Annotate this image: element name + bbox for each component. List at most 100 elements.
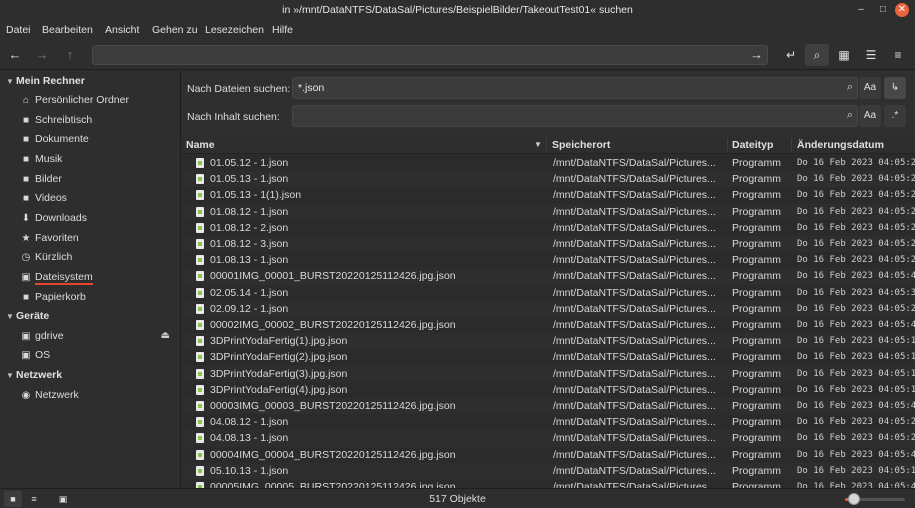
sidebar-item-filesystem[interactable]: ▣ Dateisystem xyxy=(20,268,178,286)
table-row[interactable]: 00001IMG_00001_BURST20220125112426.jpg.j… xyxy=(182,268,915,285)
file-location: /mnt/DataNTFS/DataSal/Pictures... xyxy=(553,335,716,348)
search-button[interactable]: ⌕ xyxy=(805,44,829,66)
sidebar-item-pictures[interactable]: ■ Bilder xyxy=(20,170,178,188)
results-list: 01.05.12 - 1.json/mnt/DataNTFS/DataSal/P… xyxy=(182,155,915,488)
arrow-right-icon: → xyxy=(35,47,49,62)
list-view-button[interactable]: ☰ xyxy=(859,44,883,66)
menu-bearbeiten[interactable]: Bearbeiten xyxy=(42,24,93,36)
sidebar-item-recent[interactable]: ◷ Kürzlich xyxy=(20,248,178,266)
toolbar: ← → ↑ → ↵ ⌕ ▦ ☰ ≡ xyxy=(0,40,915,70)
table-row[interactable]: 3DPrintYodaFertig(1).jpg.json/mnt/DataNT… xyxy=(182,333,915,350)
back-button[interactable]: ← xyxy=(7,47,23,63)
table-row[interactable]: 01.08.13 - 1.json/mnt/DataNTFS/DataSal/P… xyxy=(182,252,915,268)
recursive-search-button[interactable]: ↳ xyxy=(884,77,906,99)
column-name[interactable]: Name xyxy=(186,139,215,151)
file-name: 01.08.13 - 1.json xyxy=(210,254,289,267)
file-modified: Do 16 Feb 2023 04:05:22 xyxy=(797,433,915,444)
column-divider[interactable] xyxy=(727,138,728,152)
forward-button[interactable]: → xyxy=(34,47,50,63)
go-arrow-icon[interactable]: → xyxy=(750,47,763,62)
file-name: 3DPrintYodaFertig(3).jpg.json xyxy=(210,367,348,380)
menu-bar: Datei Bearbeiten Ansicht Gehen zu Leseze… xyxy=(0,20,915,40)
column-type[interactable]: Dateityp xyxy=(732,139,773,151)
menu-lesezeichen[interactable]: Lesezeichen xyxy=(205,24,264,36)
menu-ansicht[interactable]: Ansicht xyxy=(105,24,139,36)
sidebar-item-desktop[interactable]: ■ Schreibtisch xyxy=(20,111,178,129)
icon-view-button[interactable]: ▦ xyxy=(832,44,856,66)
file-name: 00002IMG_00002_BURST20220125112426.jpg.j… xyxy=(210,319,456,331)
file-type: Programm xyxy=(732,302,782,315)
table-row[interactable]: 05.10.13 - 1.json/mnt/DataNTFS/DataSal/P… xyxy=(182,462,915,479)
table-row[interactable]: 00004IMG_00004_BURST20220125112426.jpg.j… xyxy=(182,447,915,463)
table-row[interactable]: 01.08.12 - 3.json/mnt/DataNTFS/DataSal/P… xyxy=(182,236,915,253)
file-name: 01.08.12 - 1.json xyxy=(210,205,289,218)
eject-icon[interactable]: ⏏ xyxy=(161,327,170,345)
compact-view-button[interactable]: ≡ xyxy=(886,44,910,66)
sidebar-item-trash[interactable]: ■ Papierkorb xyxy=(20,288,178,306)
table-row[interactable]: 3DPrintYodaFertig(3).jpg.json/mnt/DataNT… xyxy=(182,365,915,382)
file-location: /mnt/DataNTFS/DataSal/Pictures... xyxy=(553,464,716,477)
regex-button[interactable]: .* xyxy=(884,105,906,127)
expander-icon: ▼ xyxy=(6,77,14,86)
sidebar-item-network[interactable]: ◉ Netzwerk xyxy=(20,386,178,404)
table-row[interactable]: 04.08.12 - 1.json/mnt/DataNTFS/DataSal/P… xyxy=(182,414,915,430)
column-divider[interactable] xyxy=(546,138,547,152)
table-row[interactable]: 02.05.14 - 1.json/mnt/DataNTFS/DataSal/P… xyxy=(182,285,915,301)
file-modified: Do 16 Feb 2023 04:05:44 xyxy=(797,449,915,460)
sidebar-item-home[interactable]: ⌂ Persönlicher Ordner xyxy=(20,91,178,109)
sidebar-item-documents[interactable]: ■ Dokumente xyxy=(20,130,178,148)
content-case-sensitive-button[interactable]: Aa xyxy=(859,105,881,127)
file-name: 01.08.12 - 3.json xyxy=(210,238,289,250)
table-row[interactable]: 02.09.12 - 1.json/mnt/DataNTFS/DataSal/P… xyxy=(182,300,915,317)
maximize-button[interactable]: □ xyxy=(876,3,890,17)
file-location: /mnt/DataNTFS/DataSal/Pictures... xyxy=(553,157,716,169)
file-location: /mnt/DataNTFS/DataSal/Pictures... xyxy=(553,254,716,267)
section-geraete[interactable]: ▼ Geräte xyxy=(6,310,49,322)
sidebar-item-videos[interactable]: ■ Videos xyxy=(20,189,178,207)
menu-datei[interactable]: Datei xyxy=(6,24,31,36)
grid-icon: ▦ xyxy=(838,48,850,62)
content-search-input[interactable]: ⌕ xyxy=(292,105,858,127)
file-name: 05.10.13 - 1.json xyxy=(210,464,289,477)
title-bar: in »/mnt/DataNTFS/DataSal/Pictures/Beisp… xyxy=(0,0,915,20)
table-row[interactable]: 3DPrintYodaFertig(4).jpg.json/mnt/DataNT… xyxy=(182,382,915,398)
json-file-icon xyxy=(196,222,204,233)
home-icon: ⌂ xyxy=(22,95,30,106)
menu-hilfe[interactable]: Hilfe xyxy=(272,24,293,36)
table-row[interactable]: 01.08.12 - 2.json/mnt/DataNTFS/DataSal/P… xyxy=(182,220,915,236)
zoom-slider-handle[interactable] xyxy=(848,493,860,505)
table-row[interactable]: 00005IMG_00005_BURST20220125112426.jpg.j… xyxy=(182,479,915,488)
file-case-sensitive-button[interactable]: Aa xyxy=(859,77,881,99)
table-row[interactable]: 00002IMG_00002_BURST20220125112426.jpg.j… xyxy=(182,317,915,333)
file-location: /mnt/DataNTFS/DataSal/Pictures... xyxy=(553,351,716,364)
sidebar-item-downloads[interactable]: ⬇ Downloads xyxy=(20,209,178,227)
menu-gehen-zu[interactable]: Gehen zu xyxy=(152,24,198,36)
up-button[interactable]: ↑ xyxy=(62,47,78,63)
sidebar-item-favorites[interactable]: ★ Favoriten xyxy=(20,229,178,247)
json-file-icon xyxy=(196,206,204,217)
file-search-input[interactable]: *.json ⌕ xyxy=(292,77,858,99)
file-name: 02.09.12 - 1.json xyxy=(210,302,289,315)
minimize-button[interactable]: – xyxy=(854,3,868,17)
column-modified[interactable]: Änderungsdatum xyxy=(797,139,884,151)
table-row[interactable]: 04.08.13 - 1.json/mnt/DataNTFS/DataSal/P… xyxy=(182,430,915,447)
section-netzwerk[interactable]: ▼ Netzwerk xyxy=(6,369,62,381)
table-row[interactable]: 01.05.13 - 1.json/mnt/DataNTFS/DataSal/P… xyxy=(182,171,915,188)
json-file-icon xyxy=(196,287,204,298)
location-bar[interactable]: → xyxy=(92,45,768,65)
table-row[interactable]: 00003IMG_00003_BURST20220125112426.jpg.j… xyxy=(182,398,915,415)
column-location[interactable]: Speicherort xyxy=(552,139,610,151)
sidebar-item-music[interactable]: ■ Musik xyxy=(20,150,178,168)
json-file-icon xyxy=(196,465,204,476)
table-row[interactable]: 01.08.12 - 1.json/mnt/DataNTFS/DataSal/P… xyxy=(182,203,915,220)
sidebar-item-gdrive[interactable]: ▣ gdrive ⏏ xyxy=(20,327,178,345)
arrow-up-icon: ↑ xyxy=(66,47,74,62)
table-row[interactable]: 01.05.13 - 1(1).json/mnt/DataNTFS/DataSa… xyxy=(182,187,915,203)
section-mein-rechner[interactable]: ▼ Mein Rechner xyxy=(6,75,85,87)
table-row[interactable]: 3DPrintYodaFertig(2).jpg.json/mnt/DataNT… xyxy=(182,349,915,365)
close-button[interactable]: ✕ xyxy=(895,3,909,17)
sidebar-item-os[interactable]: ▣ OS xyxy=(20,346,178,364)
toggle-location-button[interactable]: ↵ xyxy=(779,44,803,66)
column-divider[interactable] xyxy=(791,138,792,152)
table-row[interactable]: 01.05.12 - 1.json/mnt/DataNTFS/DataSal/P… xyxy=(182,155,915,171)
